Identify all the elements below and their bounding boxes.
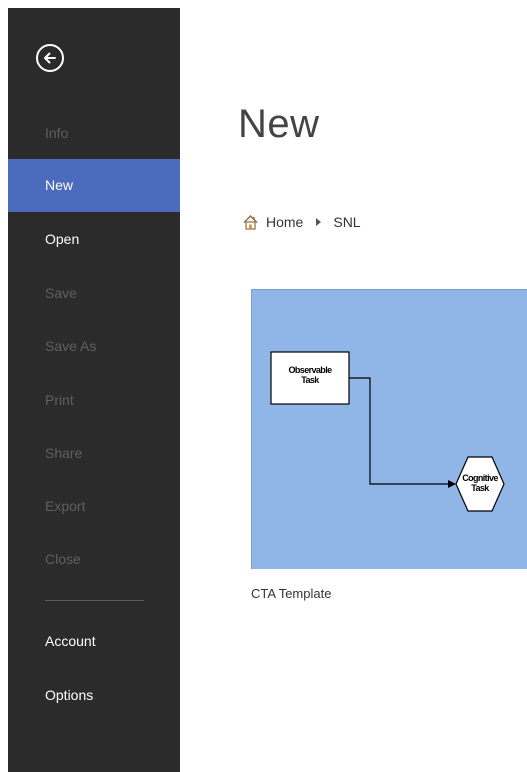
diagram-cognitive-label-1: Cognitive <box>462 473 498 483</box>
nav-share: Share <box>45 445 83 461</box>
nav-options[interactable]: Options <box>8 669 180 722</box>
diagram-arrowhead <box>448 480 456 488</box>
backstage-sidebar: Info New Open Save Save As Print Share E… <box>8 8 180 772</box>
template-name[interactable]: CTA Template <box>251 586 331 601</box>
nav-account[interactable]: Account <box>8 615 180 668</box>
nav-new[interactable]: New <box>8 159 180 212</box>
nav-print: Print <box>45 392 74 408</box>
nav-export: Export <box>45 498 86 514</box>
home-icon[interactable] <box>242 214 259 231</box>
breadcrumb: Home SNL <box>242 212 361 232</box>
diagram-connector <box>349 377 448 485</box>
nav-open[interactable]: Open <box>8 213 180 266</box>
breadcrumb-home[interactable]: Home <box>266 214 303 230</box>
nav-info: Info <box>45 125 69 141</box>
breadcrumb-separator-icon <box>316 218 322 226</box>
page-title: New <box>238 102 320 146</box>
sidebar-divider <box>45 600 144 601</box>
breadcrumb-snl[interactable]: SNL <box>333 214 360 230</box>
template-card-cta[interactable]: Observable Task Cognitive Task <box>251 289 527 569</box>
nav-save: Save <box>45 285 77 301</box>
diagram-cognitive-label-2: Task <box>471 483 490 493</box>
diagram-observable-label-1: Observable <box>288 365 332 375</box>
back-arrow-circle-icon <box>44 52 56 64</box>
back-button[interactable] <box>36 44 64 72</box>
template-diagram: Observable Task Cognitive Task <box>270 351 505 512</box>
nav-save-as: Save As <box>45 338 97 354</box>
template-thumbnail: Observable Task Cognitive Task <box>251 289 527 569</box>
backstage-view: Info New Open Save Save As Print Share E… <box>0 0 527 772</box>
diagram-observable-label-2: Task <box>301 375 320 385</box>
nav-close: Close <box>45 551 81 567</box>
